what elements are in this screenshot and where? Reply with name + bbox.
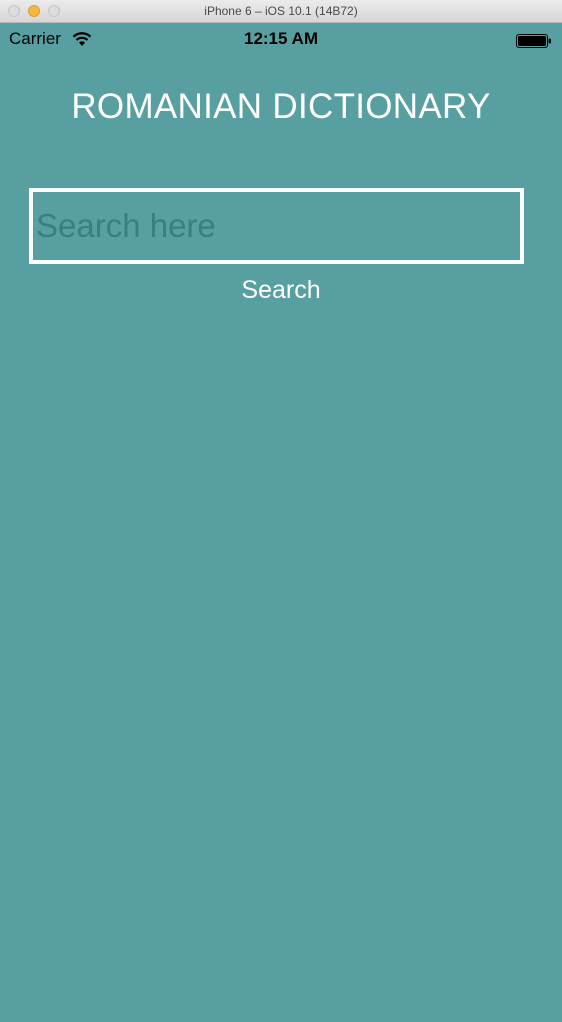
status-time: 12:15 AM — [243, 29, 318, 48]
window-title: iPhone 6 – iOS 10.1 (14B72) — [204, 4, 358, 18]
app-screen: Carrier 12:15 AM ROMANIAN DICTIONARY Sea… — [0, 23, 562, 1022]
app-title: ROMANIAN DICTIONARY — [71, 87, 491, 126]
simulator-titlebar: iPhone 6 – iOS 10.1 (14B72) — [0, 0, 562, 23]
search-field-container — [29, 188, 524, 264]
search-button[interactable]: Search — [221, 276, 341, 305]
status-bar: Carrier 12:15 AM — [0, 23, 562, 55]
battery-icon — [516, 33, 552, 48]
search-input[interactable] — [33, 192, 520, 260]
